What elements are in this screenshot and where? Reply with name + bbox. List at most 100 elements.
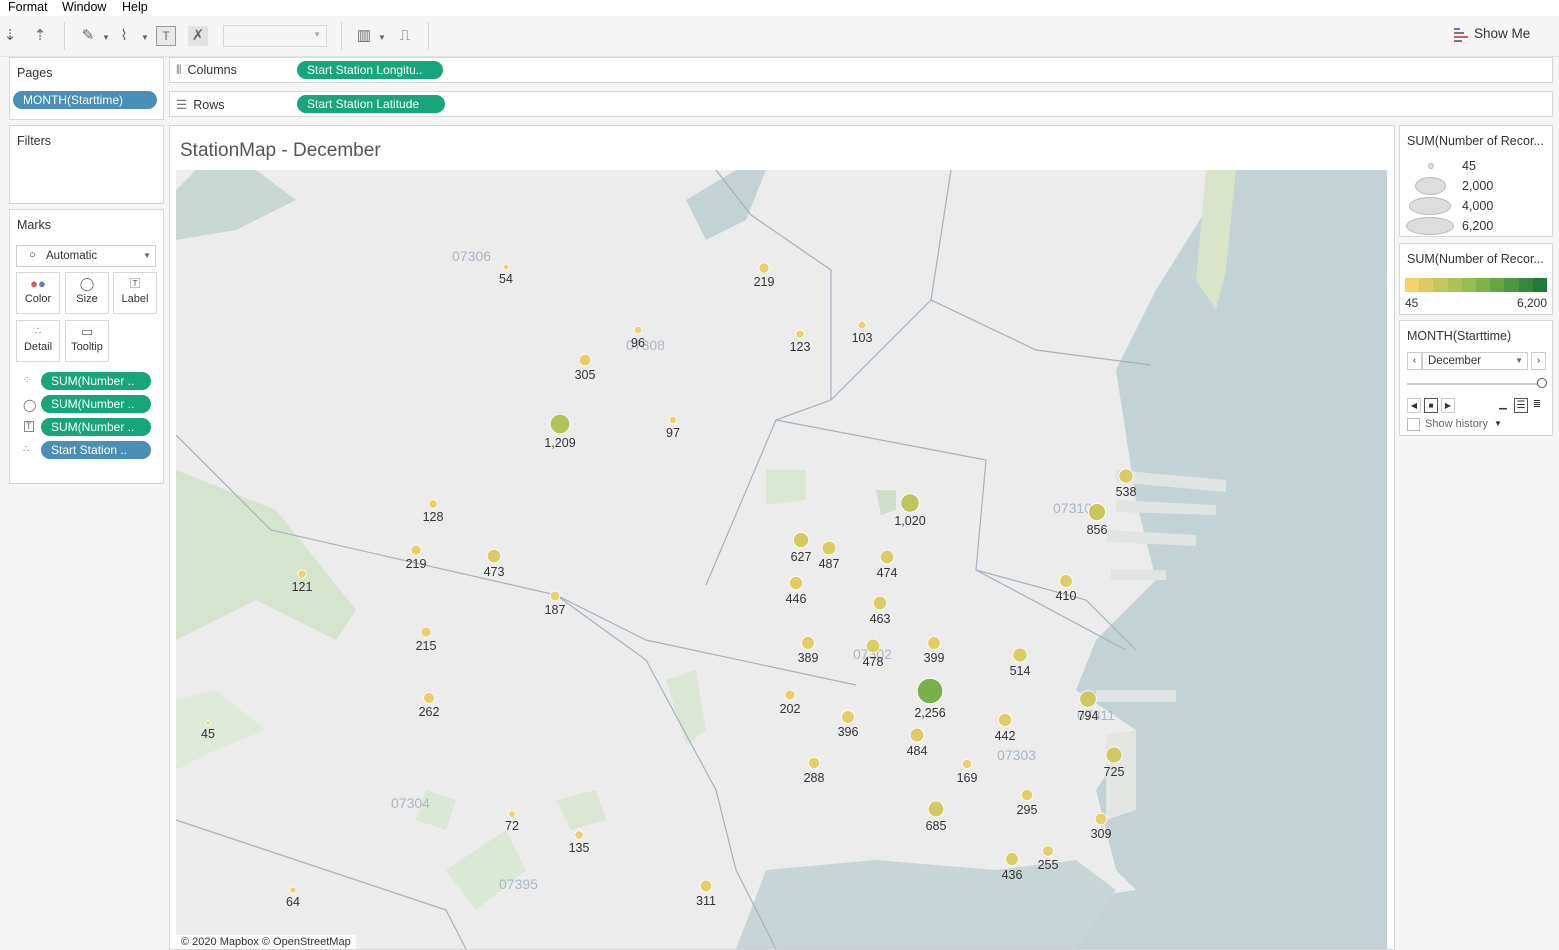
station-mark[interactable] xyxy=(549,590,561,602)
stop-icon[interactable]: ■ xyxy=(1424,398,1438,413)
station-mark[interactable] xyxy=(1012,647,1028,663)
speed-medium-icon[interactable]: ☰ xyxy=(1514,398,1528,413)
sort-descending-icon[interactable]: ⇡ xyxy=(30,26,50,46)
station-mark[interactable] xyxy=(1105,746,1123,764)
size-legend-item: 2,000 xyxy=(1400,177,1550,195)
station-mark[interactable] xyxy=(1079,690,1097,708)
menu-format[interactable]: Format xyxy=(8,0,48,14)
color-button[interactable]: ●● Color xyxy=(16,272,60,314)
size-pill[interactable]: SUM(Number .. xyxy=(41,395,151,413)
tooltip-button[interactable]: ▭ Tooltip xyxy=(65,320,109,362)
color-pill[interactable]: SUM(Number .. xyxy=(41,372,151,390)
station-mark[interactable] xyxy=(758,262,770,274)
station-mark[interactable] xyxy=(574,830,584,840)
station-mark[interactable] xyxy=(1020,788,1034,802)
station-mark[interactable] xyxy=(549,413,571,435)
show-history-checkbox[interactable] xyxy=(1407,418,1420,431)
size-icon: ◯ xyxy=(79,276,95,291)
speed-slow-icon[interactable]: ▁ xyxy=(1497,398,1509,411)
menu-help[interactable]: Help xyxy=(122,0,148,14)
speed-fast-icon[interactable]: ≣ xyxy=(1531,398,1543,411)
next-page-icon[interactable]: › xyxy=(1531,352,1546,370)
station-mark[interactable] xyxy=(927,636,941,650)
station-mark[interactable] xyxy=(841,710,855,724)
station-mark[interactable] xyxy=(1059,574,1073,588)
station-mark[interactable] xyxy=(807,756,821,770)
station-mark[interactable] xyxy=(857,320,867,330)
station-mark[interactable] xyxy=(1118,468,1134,484)
station-mark-label: 123 xyxy=(789,340,811,355)
station-mark[interactable] xyxy=(410,544,422,556)
color-encoding-icon: ⁘ xyxy=(23,375,32,386)
station-mark[interactable] xyxy=(795,329,805,339)
label-button[interactable]: 🅃 Label xyxy=(113,272,157,314)
station-mark[interactable] xyxy=(502,263,510,271)
menu-window[interactable]: Window xyxy=(62,0,106,14)
detail-button[interactable]: ∴ Detail xyxy=(16,320,60,362)
play-forward-icon[interactable]: ▶ xyxy=(1441,398,1455,413)
sort-ascending-icon[interactable]: ⇣ xyxy=(0,26,20,46)
station-mark-label: 255 xyxy=(1037,858,1059,873)
mark-type-dropdown[interactable]: ○ Automatic ▼ xyxy=(16,245,156,267)
station-mark[interactable] xyxy=(916,677,944,705)
columns-shelf[interactable]: ⦀ Columns Start Station Longitu.. xyxy=(169,57,1553,83)
station-mark[interactable] xyxy=(879,549,895,565)
station-mark[interactable] xyxy=(865,638,881,654)
station-mark[interactable] xyxy=(793,532,809,548)
station-mark[interactable] xyxy=(784,689,796,701)
columns-pill[interactable]: Start Station Longitu.. xyxy=(297,61,443,79)
station-mark[interactable] xyxy=(961,758,973,770)
station-mark-label: 794 xyxy=(1077,709,1099,724)
station-mark[interactable] xyxy=(900,493,920,513)
station-mark[interactable] xyxy=(1088,503,1106,521)
station-mark[interactable] xyxy=(909,727,925,743)
show-me-button[interactable]: Show Me xyxy=(1454,26,1530,46)
station-mark[interactable] xyxy=(821,540,837,556)
station-mark[interactable] xyxy=(297,569,307,579)
station-mark[interactable] xyxy=(508,810,516,818)
annotate-dropdown-icon[interactable]: ▼ xyxy=(141,33,149,42)
station-mark[interactable] xyxy=(872,595,888,611)
pages-pill[interactable]: MONTH(Starttime) xyxy=(13,91,157,109)
station-mark[interactable] xyxy=(927,800,945,818)
annotate-icon[interactable]: ⌇ xyxy=(114,26,134,46)
map-attribution[interactable]: © 2020 Mapbox © OpenStreetMap xyxy=(176,935,356,949)
station-mark[interactable] xyxy=(788,575,804,591)
station-mark[interactable] xyxy=(289,886,297,894)
highlight-dropdown-icon[interactable]: ▼ xyxy=(102,33,110,42)
station-mark[interactable] xyxy=(578,353,592,367)
fit-dropdown[interactable]: ▼ xyxy=(223,25,327,47)
station-mark[interactable] xyxy=(486,548,502,564)
chart-dropdown-icon[interactable]: ▼ xyxy=(378,33,386,42)
station-mark[interactable] xyxy=(699,879,713,893)
detail-pill[interactable]: Start Station .. xyxy=(41,441,151,459)
page-select[interactable]: December ▼ xyxy=(1422,352,1528,370)
station-mark[interactable] xyxy=(997,712,1013,728)
station-mark[interactable] xyxy=(428,499,438,509)
filters-card[interactable]: Filters xyxy=(9,125,164,204)
station-mark[interactable] xyxy=(423,692,435,704)
station-mark[interactable] xyxy=(1094,812,1108,826)
station-mark[interactable] xyxy=(1042,845,1054,857)
size-button[interactable]: ◯ Size xyxy=(65,272,109,314)
page-slider-handle[interactable] xyxy=(1537,378,1547,388)
bar-chart-icon[interactable]: ▥ xyxy=(354,26,374,46)
station-mark[interactable] xyxy=(1004,851,1020,867)
presentation-icon[interactable]: ⎍ xyxy=(395,26,415,46)
show-history-dropdown-icon[interactable]: ▼ xyxy=(1494,419,1502,428)
rows-shelf[interactable]: ☰ Rows Start Station Latitude xyxy=(169,91,1553,117)
station-mark[interactable] xyxy=(668,415,678,425)
rows-pill[interactable]: Start Station Latitude xyxy=(297,95,445,113)
highlight-icon[interactable]: ✎ xyxy=(78,26,98,46)
station-mark[interactable] xyxy=(801,636,815,650)
map-canvas[interactable]: 07306 07308 07310 07302 07311 07303 0730… xyxy=(176,170,1387,949)
page-slider-track[interactable] xyxy=(1407,383,1541,385)
label-pill[interactable]: SUM(Number .. xyxy=(41,418,151,436)
station-mark[interactable] xyxy=(420,626,432,638)
station-mark[interactable] xyxy=(633,325,643,335)
station-mark[interactable] xyxy=(205,720,211,726)
pin-clear-icon[interactable]: ✗ xyxy=(188,26,208,46)
show-mark-labels-icon[interactable]: T xyxy=(156,26,176,46)
play-back-icon[interactable]: ◀ xyxy=(1407,398,1421,413)
prev-page-icon[interactable]: ‹ xyxy=(1407,352,1422,370)
